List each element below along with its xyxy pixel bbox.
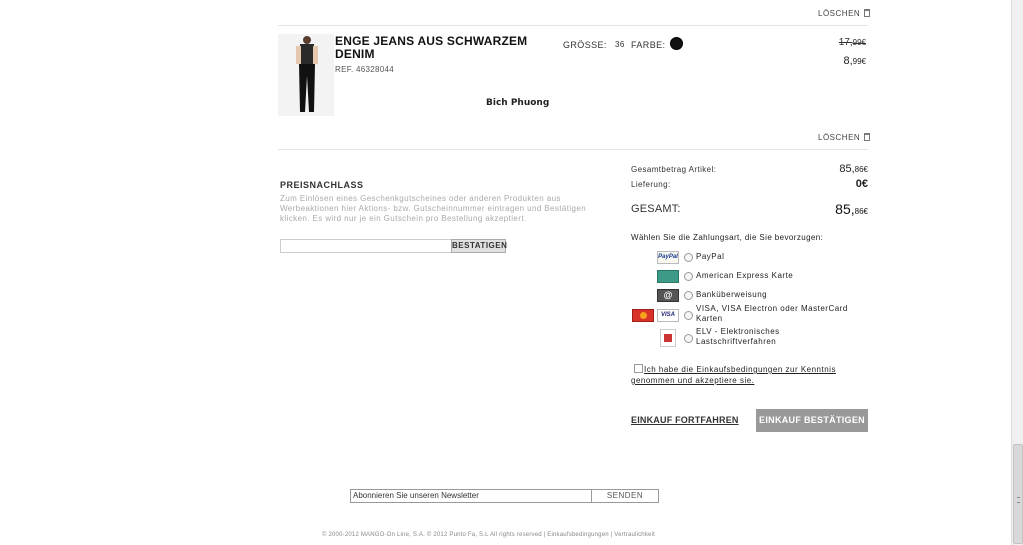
jeans-photo-icon xyxy=(278,34,334,116)
current-price: 8,99€ xyxy=(826,55,866,67)
confirm-purchase-button[interactable]: EINKAUF BESTÄTIGEN xyxy=(756,409,868,432)
color-swatch xyxy=(670,37,683,50)
card-radio[interactable] xyxy=(684,311,693,320)
items-total-main: 85, xyxy=(839,163,855,175)
grand-total-cents: 86€ xyxy=(854,207,868,216)
items-total-cents: 86€ xyxy=(854,165,868,174)
footer-copyright: © 2000-2012 MANGO-On Line, S.A. © 2012 P… xyxy=(322,532,655,538)
product-ref: REF. 46328044 xyxy=(335,65,395,74)
trash-icon xyxy=(864,133,871,141)
price-main: 8, xyxy=(843,55,853,67)
price-cents: 99€ xyxy=(852,57,866,66)
vertical-scrollbar[interactable] xyxy=(1011,0,1023,545)
bank-transfer-radio[interactable] xyxy=(684,291,693,300)
old-price-cents: 99€ xyxy=(852,38,866,47)
elv-label: ELV - Elektronisches Lastschriftverfahre… xyxy=(696,327,780,346)
discount-title: PREISNACHLASS xyxy=(280,180,364,190)
color-label: FARBE: xyxy=(631,40,666,50)
voucher-input[interactable] xyxy=(280,239,452,253)
voucher-confirm-button[interactable]: BESTATIGEN xyxy=(451,239,507,253)
paypal-radio[interactable] xyxy=(684,253,693,262)
size-label: GRÖSSE: xyxy=(563,40,607,50)
divider xyxy=(278,149,868,150)
newsletter-input[interactable]: Abonnieren Sie unseren Newsletter xyxy=(351,490,591,502)
delete-item-label: LÖSCHEN xyxy=(818,133,861,142)
old-price-main: 17, xyxy=(838,37,853,48)
delivery-value: 0€ xyxy=(855,178,868,190)
product-image[interactable] xyxy=(278,34,334,116)
amex-icon xyxy=(657,270,679,283)
continue-shopping-link[interactable]: EINKAUF FORTFAHREN xyxy=(631,415,739,425)
grip-icon xyxy=(1017,497,1020,503)
product-title[interactable]: ENGE JEANS AUS SCHWARZEM DENIM xyxy=(335,35,535,61)
divider xyxy=(278,25,868,26)
delete-top-link[interactable]: LÖSCHEN xyxy=(818,9,871,18)
trash-icon xyxy=(864,9,871,17)
grand-total-value: 85,86€ xyxy=(790,201,868,217)
paypal-label: PayPal xyxy=(696,252,725,261)
visa-mastercard-icon: VISA xyxy=(657,309,679,322)
terms-link[interactable]: Ich habe die Einkaufsbedingungen zur Ken… xyxy=(631,364,859,386)
card-label: VISA, VISA Electron oder MasterCard Kart… xyxy=(696,304,848,323)
mastercard-icon xyxy=(632,309,654,322)
amex-label: American Express Karte xyxy=(696,271,794,280)
elv-radio[interactable] xyxy=(684,334,693,343)
discount-help-text: Zum Einlösen eines Geschenkgutscheines o… xyxy=(280,194,587,223)
delete-item-link[interactable]: LÖSCHEN xyxy=(818,133,871,142)
elv-icon xyxy=(660,329,676,347)
items-total-label: Gesamtbetrag Artikel: xyxy=(631,165,717,174)
bank-transfer-icon: @ xyxy=(657,289,679,302)
grand-total-label: GESAMT: xyxy=(631,203,681,215)
personalization-text: Bich Phuong xyxy=(486,98,550,108)
old-price: 17,99€ xyxy=(826,37,866,48)
size-value: 36 xyxy=(615,40,625,49)
scrollbar-thumb[interactable] xyxy=(1013,444,1023,544)
bank-transfer-label: Banküberweisung xyxy=(696,290,768,299)
newsletter-submit-button[interactable]: SENDEN xyxy=(591,490,658,502)
grand-total-main: 85, xyxy=(835,201,855,217)
payment-prompt: Wählen Sie die Zahlungsart, die Sie bevo… xyxy=(631,233,824,242)
items-total-value: 85,86€ xyxy=(800,163,868,175)
paypal-icon: PayPal xyxy=(657,251,679,264)
amex-radio[interactable] xyxy=(684,272,693,281)
delete-top-label: LÖSCHEN xyxy=(818,9,861,18)
delivery-label: Lieferung: xyxy=(631,180,671,189)
newsletter-form: Abonnieren Sie unseren Newsletter SENDEN xyxy=(350,489,659,503)
